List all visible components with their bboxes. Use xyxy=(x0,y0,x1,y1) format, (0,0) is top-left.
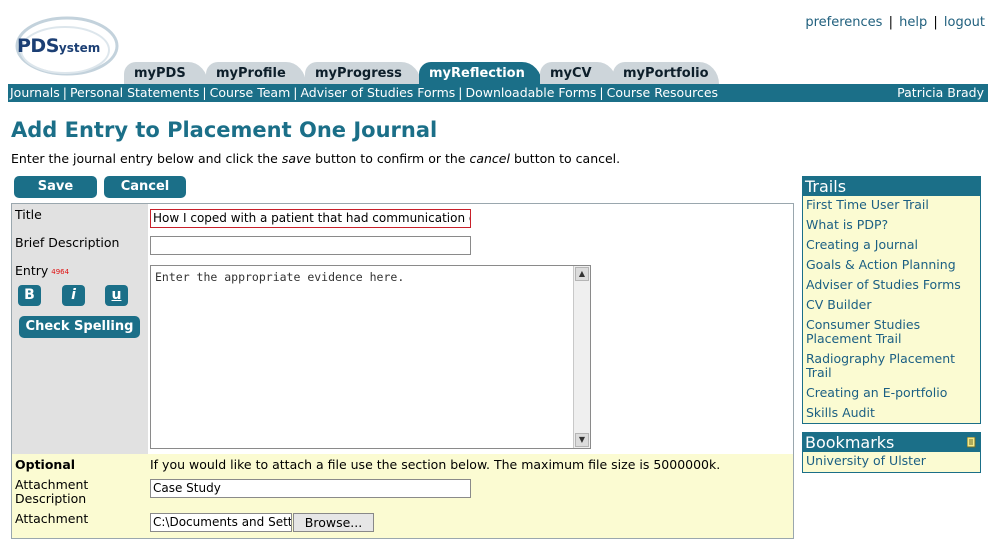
page-intro: Enter the journal entry below and click … xyxy=(11,151,620,166)
attachment-description-label: Attachment Description xyxy=(15,477,89,506)
check-spelling-button[interactable]: Check Spelling xyxy=(19,316,140,338)
tab-myportfolio[interactable]: myPortfolio xyxy=(613,62,719,84)
cancel-button[interactable]: Cancel xyxy=(104,176,186,198)
bold-button[interactable]: B xyxy=(18,285,41,306)
optional-note: If you would like to attach a file use t… xyxy=(150,457,721,472)
page-title: Add Entry to Placement One Journal xyxy=(11,118,438,142)
italic-button[interactable]: i xyxy=(62,285,85,306)
trails-panel: Trails First Time User Trail What is PDP… xyxy=(802,176,981,424)
subnav-course-team[interactable]: Course Team xyxy=(210,85,291,100)
help-link[interactable]: help xyxy=(899,15,927,30)
trail-item[interactable]: First Time User Trail xyxy=(806,198,980,212)
intro-save-word: save xyxy=(281,151,312,166)
entry-label-wrap: Entry 4964 xyxy=(15,264,69,279)
subnav-journals[interactable]: Journals xyxy=(10,85,60,100)
underline-button[interactable]: u xyxy=(105,285,128,306)
logout-link[interactable]: logout xyxy=(944,15,985,30)
journal-entry-form: Title How I coped with a patient that ha… xyxy=(11,203,794,539)
entry-char-counter: 4964 xyxy=(51,267,70,276)
trail-item[interactable]: Creating a Journal xyxy=(806,238,980,252)
bookmarks-heading: Bookmarks xyxy=(805,433,895,452)
trail-item[interactable]: What is PDP? xyxy=(806,218,980,232)
trail-item[interactable]: Goals & Action Planning xyxy=(806,258,980,272)
entry-label: Entry xyxy=(15,263,49,278)
trail-item[interactable]: Consumer Studies Placement Trail xyxy=(806,318,980,346)
browse-button[interactable]: Browse... xyxy=(293,513,374,532)
trail-item[interactable]: Creating an E-portfolio xyxy=(806,386,980,400)
trail-item[interactable]: Radiography Placement Trail xyxy=(806,352,980,380)
attachment-label: Attachment xyxy=(15,511,89,526)
title-input[interactable]: How I coped with a patient that had comm… xyxy=(150,209,471,228)
intro-cancel-word: cancel xyxy=(469,151,510,166)
brief-description-label: Brief Description xyxy=(15,235,120,250)
scroll-up-icon[interactable]: ▲ xyxy=(575,267,589,281)
subnav-course-resources[interactable]: Course Resources xyxy=(607,85,718,100)
trails-heading: Trails xyxy=(803,177,980,196)
trail-item[interactable]: Skills Audit xyxy=(806,406,980,420)
intro-text: Enter the journal entry below and click … xyxy=(11,151,282,166)
top-links: preferences | help | logout xyxy=(805,15,985,30)
logo-text-big: PDS xyxy=(17,35,59,57)
tab-myreflection[interactable]: myReflection xyxy=(419,62,542,84)
tab-mycv[interactable]: myCV xyxy=(540,62,617,84)
entry-textarea[interactable]: Enter the appropriate evidence here. ▲ ▼ xyxy=(150,265,591,449)
bookmark-item[interactable]: University of Ulster xyxy=(806,454,980,468)
trail-item[interactable]: CV Builder xyxy=(806,298,980,312)
bookmarks-list: University of Ulster xyxy=(803,452,980,468)
subnav-adviser-forms[interactable]: Adviser of Studies Forms xyxy=(300,85,455,100)
optional-label: Optional xyxy=(15,457,76,472)
trails-list: First Time User Trail What is PDP? Creat… xyxy=(803,196,980,420)
preferences-link[interactable]: preferences xyxy=(805,15,882,30)
entry-placeholder: Enter the appropriate evidence here. xyxy=(155,270,405,284)
logo-text-small: ystem xyxy=(58,41,101,55)
attachment-description-input[interactable]: Case Study xyxy=(150,479,471,498)
title-label: Title xyxy=(15,207,42,222)
pdsystem-logo: PDSystem xyxy=(11,12,121,78)
bookmarks-heading-bar: Bookmarks xyxy=(803,433,980,452)
subnav-personal-statements[interactable]: Personal Statements xyxy=(70,85,199,100)
entry-scrollbar[interactable]: ▲ ▼ xyxy=(573,266,590,448)
trail-item[interactable]: Adviser of Studies Forms xyxy=(806,278,980,292)
brief-description-input[interactable] xyxy=(150,236,471,255)
subnav-downloadable-forms[interactable]: Downloadable Forms xyxy=(466,85,597,100)
sub-navigation: Journals | Personal Statements | Course Team… xyxy=(8,84,988,102)
bookmarks-panel: Bookmarks University of Ulster xyxy=(802,432,981,473)
tab-myprofile[interactable]: myProfile xyxy=(206,62,306,84)
add-bookmark-icon[interactable] xyxy=(967,437,977,448)
tab-myprogress[interactable]: myProgress xyxy=(305,62,421,84)
attachment-file-input[interactable]: C:\Documents and Setti xyxy=(150,513,292,532)
tab-mypds[interactable]: myPDS xyxy=(124,62,208,84)
save-button[interactable]: Save xyxy=(14,176,97,198)
intro-text-end: button to cancel. xyxy=(509,151,621,166)
intro-text-middle: button to confirm or the xyxy=(311,151,470,166)
scroll-down-icon[interactable]: ▼ xyxy=(575,433,589,447)
current-user-name: Patricia Brady xyxy=(897,85,984,100)
